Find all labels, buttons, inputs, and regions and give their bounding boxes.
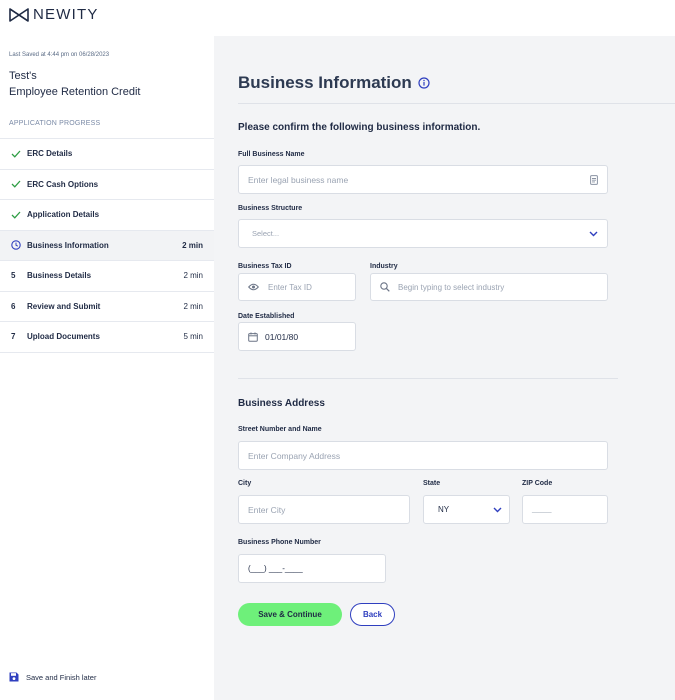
city-placeholder: Enter City [248, 504, 286, 515]
street-placeholder: Enter Company Address [248, 450, 341, 461]
business-phone-label: Business Phone Number [238, 539, 321, 546]
brand-logo[interactable]: NEWITY [9, 6, 99, 23]
step-label: ERC Cash Options [27, 179, 99, 189]
date-established-value: 01/01/80 [265, 331, 299, 342]
industry-input[interactable]: Begin typing to select industry [370, 273, 608, 301]
state-select[interactable]: NY [423, 495, 510, 524]
zip-code-placeholder: _____ [532, 506, 552, 513]
date-established-label: Date Established [238, 313, 295, 320]
last-saved-text: Last Saved at 4:44 pm on 06/28/2023 [9, 52, 110, 58]
step-label: Review and Submit [27, 301, 101, 311]
document-icon [590, 174, 598, 185]
check-icon [11, 180, 23, 188]
page-title-text: Business Information [238, 73, 412, 92]
step-number: 5 [11, 271, 16, 281]
top-bar: NEWITY [0, 0, 675, 36]
business-phone-input[interactable]: (___) ___-____ [238, 554, 386, 583]
full-business-name-label: Full Business Name [238, 151, 305, 158]
main-content: Business Information Please confirm the … [214, 36, 675, 700]
step-time: 5 min [183, 332, 203, 342]
step-erc-details[interactable]: ERC Details [0, 139, 214, 170]
business-tax-id-label: Business Tax ID [238, 263, 292, 270]
back-button[interactable]: Back [350, 603, 395, 626]
section-divider [238, 378, 618, 379]
info-icon[interactable] [418, 77, 430, 89]
check-icon [11, 211, 23, 219]
application-title-line2: Employee Retention Credit [9, 86, 141, 98]
city-input[interactable]: Enter City [238, 495, 410, 524]
check-icon [11, 150, 23, 158]
street-label: Street Number and Name [238, 426, 322, 433]
full-business-name-placeholder: Enter legal business name [248, 174, 349, 185]
step-business-information[interactable]: Business Information 2 min [0, 230, 214, 261]
page-title: Business Information [238, 73, 430, 93]
step-review-and-submit[interactable]: 6 Review and Submit 2 min [0, 292, 214, 322]
eye-icon[interactable] [248, 283, 259, 291]
form-subtitle: Please confirm the following business in… [238, 122, 481, 133]
business-structure-placeholder: Select... [252, 229, 280, 238]
business-structure-select[interactable]: Select... [238, 219, 608, 248]
step-number: 6 [11, 301, 16, 311]
business-tax-id-placeholder: Enter Tax ID [268, 282, 312, 292]
application-title: Test's Employee Retention Credit [9, 68, 140, 100]
step-application-details[interactable]: Application Details [0, 200, 214, 231]
city-label: City [238, 480, 252, 487]
title-divider [238, 103, 675, 104]
sidebar: Last Saved at 4:44 pm on 06/28/2023 Test… [0, 36, 214, 700]
step-time: 2 min [182, 240, 203, 250]
step-erc-cash-options[interactable]: ERC Cash Options [0, 170, 214, 200]
step-number: 7 [11, 332, 16, 342]
step-time: 2 min [183, 301, 203, 311]
full-business-name-input[interactable]: Enter legal business name [238, 165, 608, 194]
save-and-continue-button[interactable]: Save & Continue [238, 603, 342, 626]
newity-logo-icon [9, 7, 29, 22]
progress-heading: APPLICATION PROGRESS [9, 120, 101, 127]
floppy-disk-icon [9, 672, 19, 682]
calendar-icon[interactable] [248, 332, 258, 342]
street-address-input[interactable]: Enter Company Address [238, 441, 608, 470]
step-label: Business Details [27, 271, 92, 281]
clock-icon [11, 240, 23, 250]
business-phone-value: (___) ___-____ [248, 564, 303, 573]
step-label: Application Details [27, 210, 100, 220]
save-later-label: Save and Finish later [26, 672, 97, 682]
save-and-finish-later-link[interactable]: Save and Finish later [9, 672, 96, 682]
step-label: Upload Documents [27, 332, 100, 342]
step-label: ERC Details [27, 149, 73, 159]
business-address-heading: Business Address [238, 398, 325, 409]
chevron-down-icon [493, 507, 502, 512]
state-label: State [423, 480, 441, 487]
zip-code-input[interactable]: _____ [522, 495, 608, 524]
search-icon [380, 282, 390, 292]
step-upload-documents[interactable]: 7 Upload Documents 5 min [0, 322, 214, 353]
industry-placeholder: Begin typing to select industry [398, 282, 505, 292]
business-structure-label: Business Structure [238, 205, 303, 212]
step-time: 2 min [183, 271, 203, 281]
step-label: Business Information [27, 240, 109, 250]
step-business-details[interactable]: 5 Business Details 2 min [0, 261, 214, 292]
application-title-line1: Test's [9, 70, 37, 82]
progress-steps: ERC Details ERC Cash Options Application… [0, 138, 214, 353]
business-tax-id-input[interactable]: Enter Tax ID [238, 273, 356, 301]
chevron-down-icon [589, 231, 598, 236]
zip-code-label: ZIP Code [522, 480, 553, 487]
date-established-input[interactable]: 01/01/80 [238, 322, 356, 351]
industry-label: Industry [370, 263, 398, 270]
brand-name: NEWITY [33, 6, 99, 23]
state-value: NY [438, 505, 450, 514]
